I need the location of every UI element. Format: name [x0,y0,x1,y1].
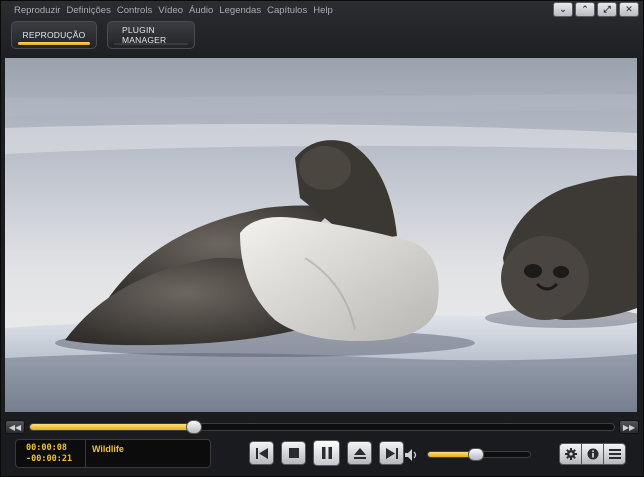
volume-slider[interactable] [427,448,531,461]
restore-icon: ⤢ [603,4,611,14]
tab-plugin-manager[interactable]: PLUGIN MANAGER [107,21,195,49]
restore-button[interactable]: ⤢ [597,2,617,17]
info-button[interactable] [581,443,604,465]
previous-button[interactable] [249,441,274,465]
info-icon [587,448,598,460]
tab-bar: REPRODUÇÃO PLUGIN MANAGER [11,21,195,49]
pause-icon [321,447,332,459]
time-display[interactable]: 00:00:08 -00:00:21 [16,440,86,467]
menu-help[interactable]: Help [310,4,336,18]
volume-thumb[interactable] [467,448,484,461]
fast-forward-icon: ▶▶ [622,422,636,432]
seek-forward-button[interactable]: ▶▶ [619,420,639,434]
eject-button[interactable] [347,441,372,465]
stop-icon [288,448,299,458]
info-panel: 00:00:08 -00:00:21 Wildlife [15,439,211,468]
menubar: Reproduzir Definições Controls Vídeo Áud… [11,4,336,18]
eject-icon [353,447,366,459]
seek-row: ◀◀ ▶▶ [5,420,639,434]
menu-capitulos[interactable]: Capítulos [264,4,310,18]
menu-audio[interactable]: Áudio [186,4,216,18]
seek-back-button[interactable]: ◀◀ [5,420,25,434]
player-window: Reproduzir Definições Controls Vídeo Áud… [0,0,644,477]
seek-thumb[interactable] [185,420,202,434]
speaker-icon[interactable] [405,449,419,461]
seek-progress [30,424,194,430]
chevron-down-icon: ⌄ [559,4,567,14]
remaining-time: -00:00:21 [26,453,73,464]
media-title: Wildlife [92,444,124,454]
playlist-button[interactable] [603,443,626,465]
skip-back-icon [255,447,268,459]
menu-controls[interactable]: Controls [114,4,155,18]
seek-slider[interactable] [29,420,615,434]
tab-reproducao[interactable]: REPRODUÇÃO [11,21,97,49]
pause-button[interactable] [313,440,340,466]
tool-buttons [559,443,626,465]
stop-button[interactable] [281,441,306,465]
skip-forward-icon [385,447,398,459]
window-controls: ⌄ ⌃ ⤢ ✕ [553,2,639,17]
list-icon [608,449,621,459]
collapse-button[interactable]: ⌄ [553,2,573,17]
chevron-up-icon: ⌃ [581,4,589,14]
video-frame[interactable] [5,58,637,412]
next-button[interactable] [379,441,404,465]
menu-legendas[interactable]: Legendas [216,4,264,18]
gear-icon [564,448,577,460]
rewind-icon: ◀◀ [8,422,22,432]
close-button[interactable]: ✕ [619,2,639,17]
transport-controls [249,440,404,466]
elapsed-time: 00:00:08 [26,442,67,453]
menu-reproduzir[interactable]: Reproduzir [11,4,63,18]
menu-video[interactable]: Vídeo [155,4,186,18]
video-image [5,58,637,412]
close-icon: ✕ [625,4,633,14]
menu-definicoes[interactable]: Definições [63,4,113,18]
settings-button[interactable] [559,443,582,465]
minimize-button[interactable]: ⌃ [575,2,595,17]
